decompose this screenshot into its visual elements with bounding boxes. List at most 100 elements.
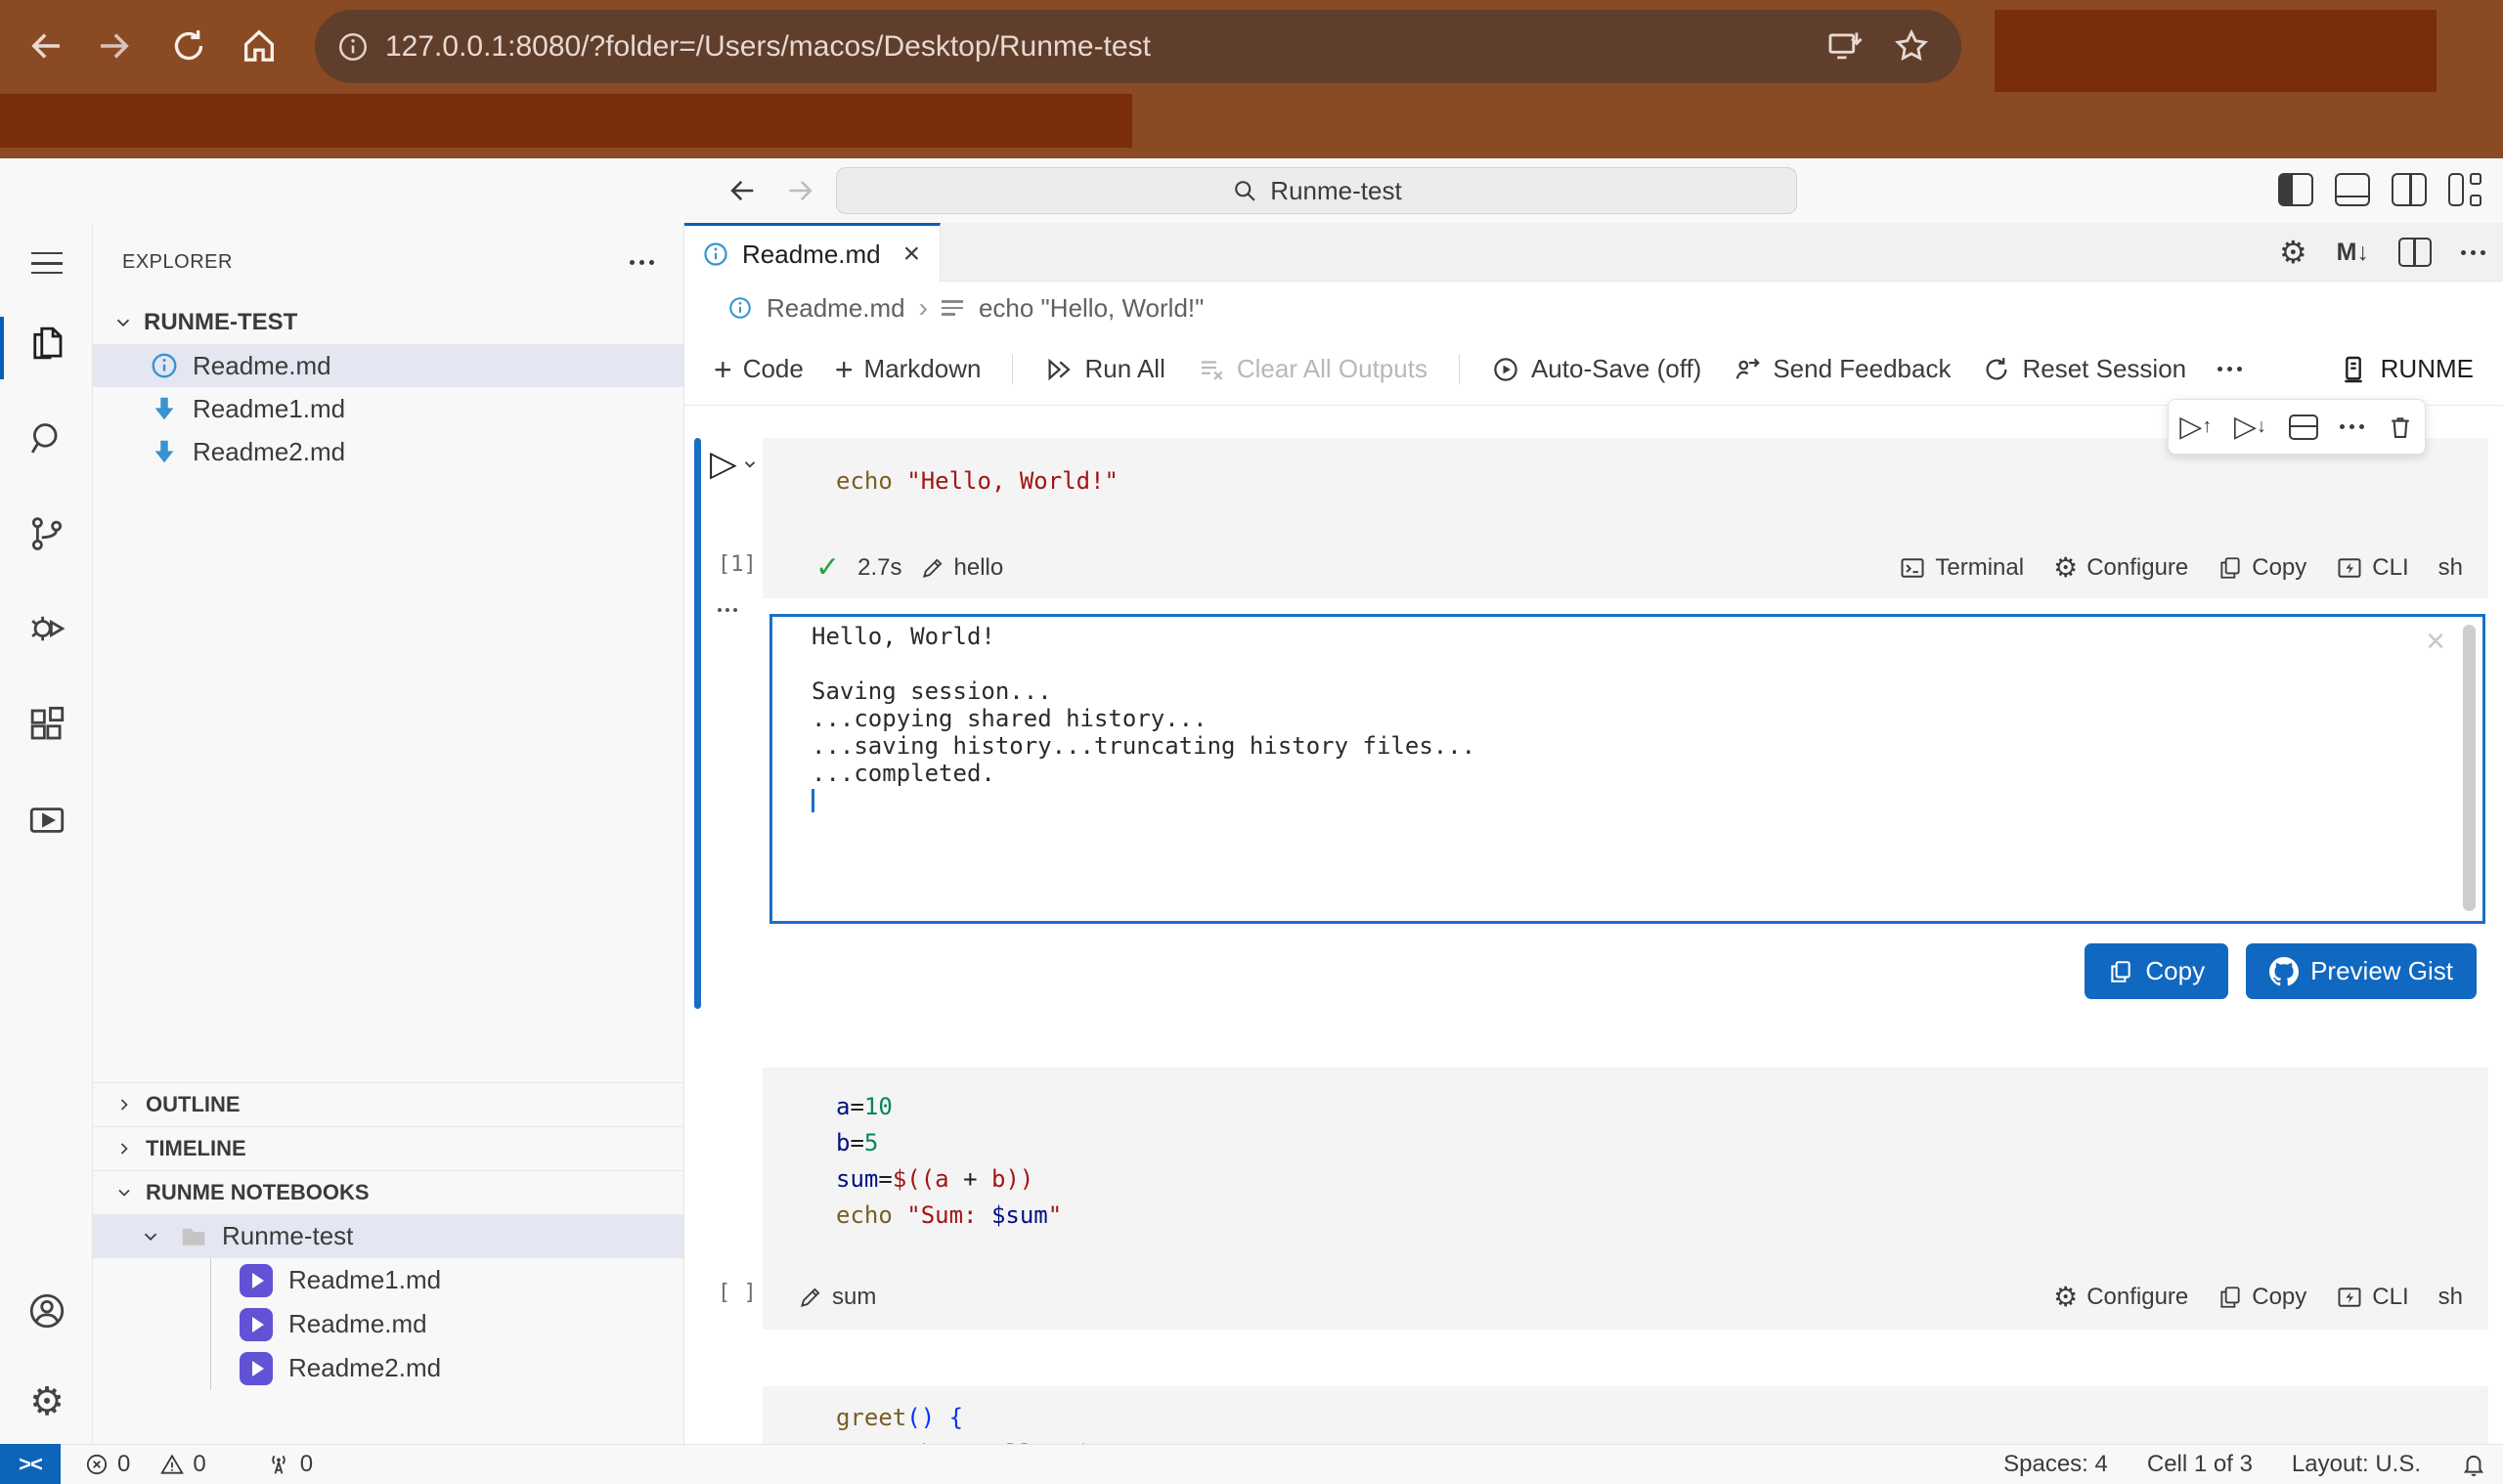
- plus-icon: +: [835, 354, 854, 385]
- toggle-sidebar-icon[interactable]: [2278, 173, 2313, 206]
- download-file-icon: [150, 394, 179, 423]
- output-gutter-menu-icon[interactable]: [718, 608, 737, 612]
- cell-language[interactable]: sh: [2438, 1284, 2463, 1311]
- copy-output-button[interactable]: Copy: [2085, 943, 2228, 999]
- notebook-item-readme1[interactable]: Readme1.md: [93, 1258, 683, 1302]
- address-bar[interactable]: 127.0.0.1:8080/?folder=/Users/macos/Desk…: [315, 10, 1961, 83]
- code-cell-3[interactable]: greet() { echo "Hello, $1!": [763, 1386, 2488, 1444]
- install-app-icon[interactable]: [1826, 27, 1864, 65]
- command-center-search[interactable]: Runme-test: [836, 167, 1797, 214]
- configure-button[interactable]: ⚙ Configure: [2053, 1284, 2188, 1311]
- add-markdown-button[interactable]: + Markdown: [835, 354, 982, 385]
- sidebar-item-explorer[interactable]: [26, 323, 67, 364]
- split-editor-icon[interactable]: [2398, 238, 2432, 267]
- add-code-label: Code: [743, 354, 804, 384]
- markdown-preview-icon[interactable]: M↓: [2337, 239, 2369, 267]
- bookmark-star-icon[interactable]: [1893, 27, 1930, 65]
- cli-button[interactable]: CLI: [2336, 554, 2408, 582]
- notebook-folder-runme-test[interactable]: Runme-test: [93, 1214, 683, 1258]
- breadcrumb-file[interactable]: Readme.md: [767, 293, 905, 324]
- nav-back-button[interactable]: [724, 172, 761, 209]
- url-text[interactable]: 127.0.0.1:8080/?folder=/Users/macos/Desk…: [385, 30, 1151, 64]
- problems-errors[interactable]: 0: [84, 1451, 130, 1478]
- toggle-panel-icon[interactable]: [2335, 173, 2370, 206]
- execute-below-button[interactable]: ▷↓: [2234, 413, 2266, 442]
- source-control-icon: [26, 513, 67, 554]
- run-cell-button[interactable]: ▷: [710, 446, 759, 481]
- problems-warnings[interactable]: 0: [159, 1451, 205, 1478]
- run-all-button[interactable]: Run All: [1044, 354, 1164, 384]
- preview-gist-button[interactable]: Preview Gist: [2246, 943, 2477, 999]
- cell-more-actions-icon[interactable]: [2340, 424, 2364, 429]
- file-label: Readme.md: [193, 351, 331, 381]
- auto-save-button[interactable]: Auto-Save (off): [1491, 354, 1701, 384]
- cell-position[interactable]: Cell 1 of 3: [2147, 1451, 2253, 1478]
- sidebar-item-extensions[interactable]: [26, 704, 67, 745]
- site-info-icon[interactable]: [336, 30, 370, 64]
- section-label: TIMELINE: [146, 1136, 246, 1161]
- sidebar-item-run-debug[interactable]: [26, 608, 67, 649]
- section-runme-notebooks[interactable]: RUNME NOTEBOOKS: [93, 1170, 683, 1214]
- copy-cell-button[interactable]: Copy: [2218, 554, 2306, 582]
- menu-button[interactable]: [26, 242, 67, 284]
- customize-layout-icon[interactable]: [2448, 173, 2483, 206]
- sidebar-item-search[interactable]: [26, 417, 67, 458]
- layout-setting[interactable]: Layout: U.S.: [2292, 1451, 2421, 1478]
- output-close-icon[interactable]: ×: [2426, 625, 2445, 658]
- cell-code[interactable]: a=10b=5sum=$((a + b))echo "Sum: $sum": [763, 1068, 2488, 1234]
- accounts-button[interactable]: [26, 1290, 67, 1331]
- browser-home-button[interactable]: [237, 23, 282, 68]
- editor-more-actions-icon[interactable]: [2461, 250, 2485, 255]
- browser-forward-button[interactable]: [92, 23, 137, 68]
- tree-root-runme-test[interactable]: RUNME-TEST: [93, 301, 683, 344]
- toggle-secondary-sidebar-icon[interactable]: [2392, 173, 2427, 206]
- clear-all-outputs-button[interactable]: Clear All Outputs: [1197, 354, 1427, 384]
- cell-name[interactable]: sum: [798, 1284, 876, 1311]
- file-item-readme[interactable]: Readme.md: [93, 344, 683, 387]
- execute-above-button[interactable]: ▷↑: [2179, 413, 2212, 442]
- cell-code[interactable]: greet() { echo "Hello, $1!": [763, 1386, 2488, 1444]
- copy-cell-button[interactable]: Copy: [2218, 1284, 2306, 1311]
- cell-status-bar: sum ⚙ Configure Copy: [763, 1265, 2488, 1330]
- remote-indicator[interactable]: ><: [0, 1444, 61, 1484]
- reset-session-button[interactable]: Reset Session: [1982, 354, 2186, 384]
- file-item-readme1[interactable]: Readme1.md: [93, 387, 683, 430]
- delete-cell-icon[interactable]: [2387, 414, 2414, 441]
- bell-icon[interactable]: [2460, 1451, 2487, 1478]
- explorer-more-actions-icon[interactable]: [630, 260, 654, 265]
- split-cell-icon[interactable]: [2289, 415, 2318, 440]
- breadcrumb-cell[interactable]: echo "Hello, World!": [979, 293, 1204, 324]
- cell-name[interactable]: hello: [920, 554, 1004, 582]
- terminal-button[interactable]: Terminal: [1899, 554, 2024, 582]
- sidebar-item-runme[interactable]: [26, 800, 67, 841]
- nav-forward-button[interactable]: [782, 172, 819, 209]
- send-feedback-button[interactable]: Send Feedback: [1733, 354, 1951, 384]
- tab-readme[interactable]: Readme.md ×: [684, 223, 941, 283]
- toolbar-more-actions-icon[interactable]: [2218, 367, 2242, 371]
- code-cell-2[interactable]: a=10b=5sum=$((a + b))echo "Sum: $sum" su…: [763, 1068, 2488, 1330]
- cell-output[interactable]: Hello, World! Saving session......copyin…: [769, 614, 2485, 924]
- notebook-item-readme[interactable]: Readme.md: [93, 1302, 683, 1346]
- section-timeline[interactable]: TIMELINE: [93, 1126, 683, 1170]
- ports-indicator[interactable]: 0: [265, 1451, 313, 1478]
- configure-button[interactable]: ⚙ Configure: [2053, 554, 2188, 582]
- code-cell-1[interactable]: echo "Hello, World!" ✓ 2.7s hello: [763, 438, 2488, 598]
- cli-button[interactable]: CLI: [2336, 1284, 2408, 1311]
- vscode-window: Runme-test: [0, 158, 2503, 1484]
- indent-setting[interactable]: Spaces: 4: [2003, 1451, 2108, 1478]
- sidebar-item-source-control[interactable]: [26, 513, 67, 554]
- cell-toolbar: ▷↑ ▷↓: [2168, 399, 2426, 455]
- browser-reload-button[interactable]: [166, 23, 211, 68]
- notebook-settings-gear-icon[interactable]: ⚙: [2279, 237, 2307, 268]
- add-code-button[interactable]: + Code: [714, 354, 804, 385]
- file-item-readme2[interactable]: Readme2.md: [93, 430, 683, 473]
- cell-language[interactable]: sh: [2438, 554, 2463, 582]
- gear-icon: ⚙: [2053, 1284, 2078, 1311]
- settings-button[interactable]: ⚙: [26, 1381, 67, 1422]
- notebook-item-readme2[interactable]: Readme2.md: [93, 1346, 683, 1390]
- browser-back-button[interactable]: [23, 23, 68, 68]
- notebook-label: Readme1.md: [288, 1265, 441, 1295]
- section-outline[interactable]: OUTLINE: [93, 1082, 683, 1126]
- tab-close-icon[interactable]: ×: [903, 240, 921, 269]
- output-scrollbar[interactable]: [2463, 625, 2476, 911]
